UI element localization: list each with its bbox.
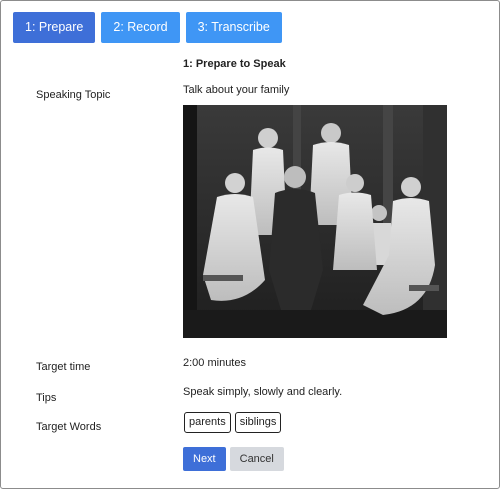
tab-prepare[interactable]: 1: Prepare: [13, 12, 96, 43]
speaking-topic-label: Speaking Topic: [36, 89, 111, 101]
target-words-list: parents siblings: [184, 412, 282, 433]
target-words-label: Target Words: [36, 421, 102, 433]
target-word-chip: siblings: [234, 412, 282, 433]
target-time-label: Target time: [36, 361, 91, 373]
step-tabs: 1: Prepare 2: Record 3: Transcribe: [13, 12, 282, 43]
target-time-value: 2:00 minutes: [183, 357, 246, 369]
photo-graphic: [183, 105, 447, 338]
action-buttons: Next Cancel: [183, 447, 284, 471]
step-title: 1: Prepare to Speak: [183, 58, 286, 70]
app-window: 1: Prepare 2: Record 3: Transcribe 1: Pr…: [0, 0, 500, 489]
family-portrait-photo: [183, 105, 447, 338]
speaking-topic-value: Talk about your family: [183, 84, 290, 96]
tab-record[interactable]: 2: Record: [101, 12, 180, 43]
cancel-button[interactable]: Cancel: [229, 447, 284, 471]
tab-transcribe[interactable]: 3: Transcribe: [185, 12, 282, 43]
tips-label: Tips: [36, 392, 57, 404]
tips-value: Speak simply, slowly and clearly.: [183, 386, 343, 398]
target-word-chip: parents: [184, 412, 231, 433]
next-button[interactable]: Next: [183, 447, 226, 471]
